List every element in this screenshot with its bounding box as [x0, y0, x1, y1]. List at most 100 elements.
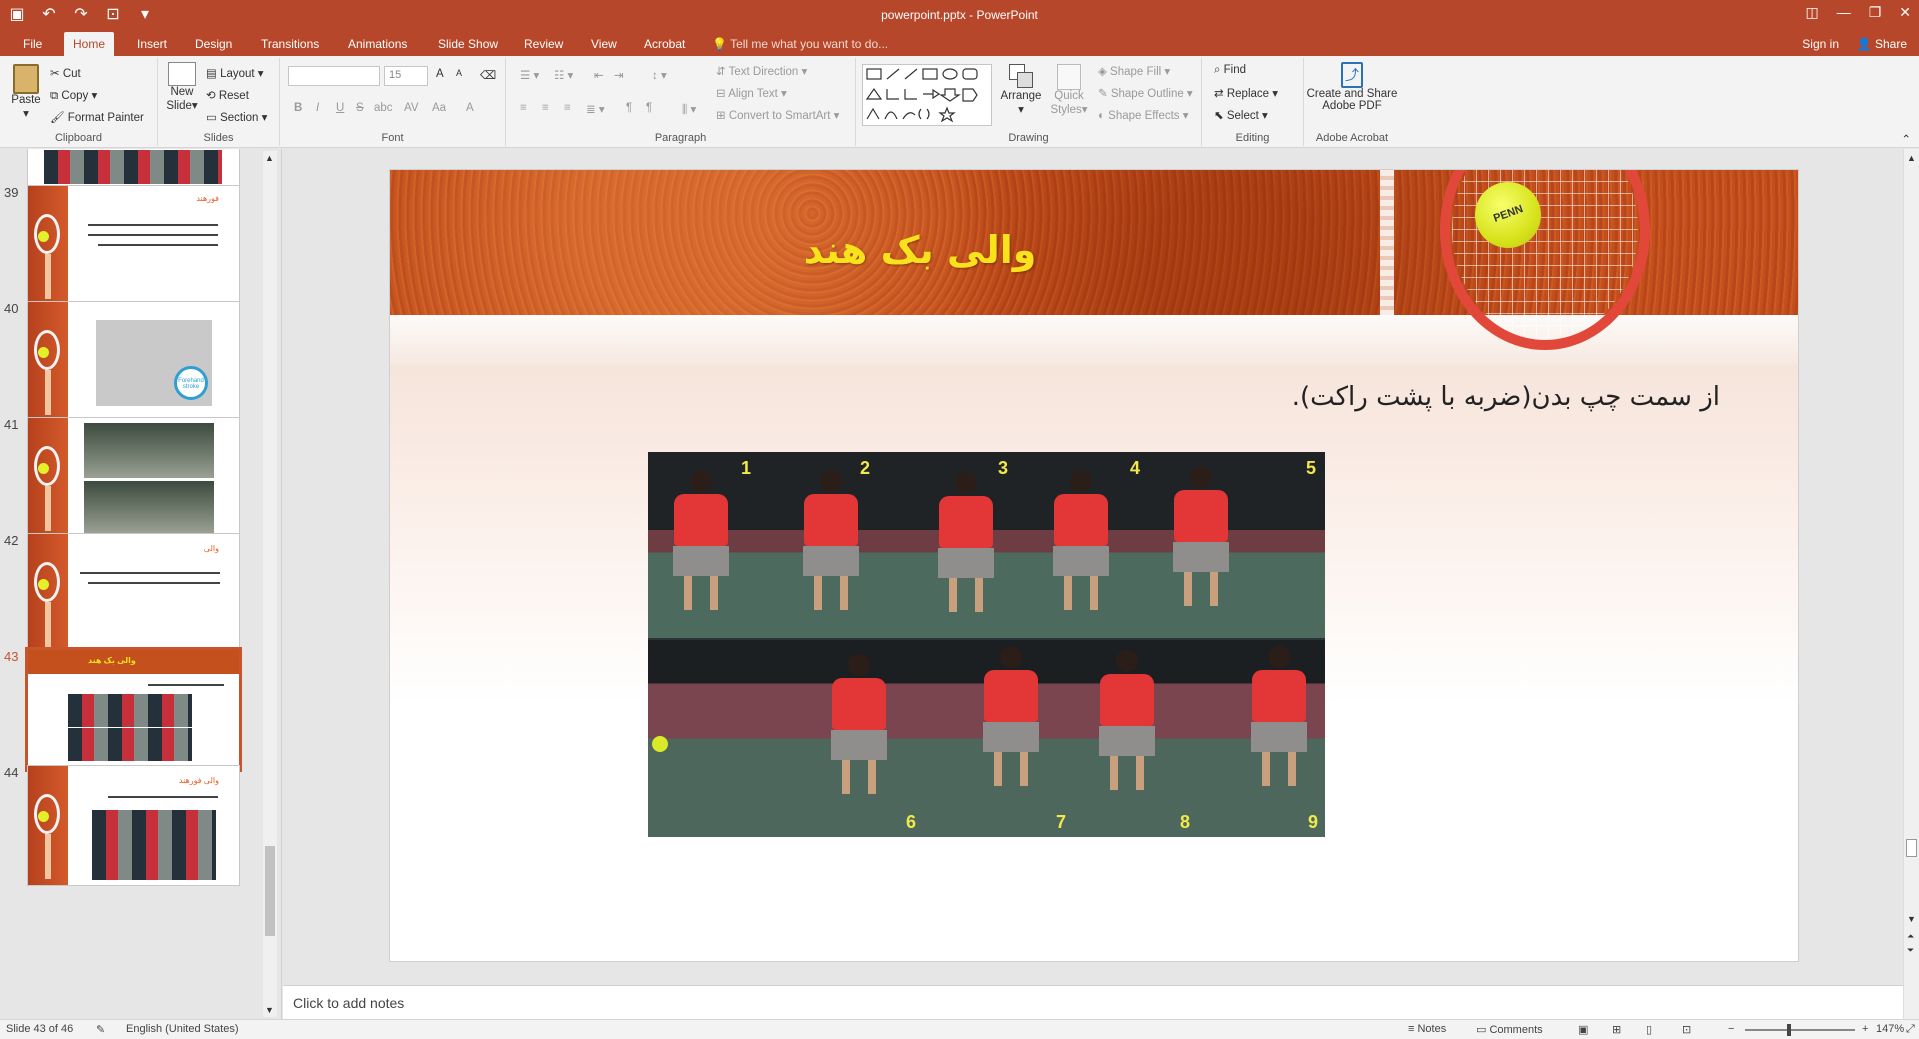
- slide-scroll-thumb[interactable]: [1906, 839, 1917, 857]
- tell-me-search[interactable]: 💡 Tell me what you want to do...: [712, 32, 888, 56]
- notes-toggle[interactable]: ≡ Notes: [1408, 1023, 1446, 1035]
- select-button[interactable]: ⬉ Select ▾: [1214, 108, 1268, 122]
- quick-styles-button[interactable]: Quick Styles▾: [1048, 64, 1090, 116]
- align-text-button[interactable]: ⊟ Align Text ▾: [716, 86, 787, 100]
- tab-acrobat[interactable]: Acrobat: [635, 32, 694, 56]
- copy-button[interactable]: ⧉ Copy ▾: [50, 88, 97, 103]
- slide-title[interactable]: والی بک هند: [690, 228, 1150, 272]
- restore-icon[interactable]: ❐: [1869, 4, 1882, 21]
- strikethrough-button[interactable]: S: [356, 102, 364, 114]
- notes-pane[interactable]: Click to add notes: [283, 985, 1903, 1019]
- slide-show-view-icon[interactable]: ⊡: [1682, 1023, 1691, 1036]
- zoom-slider-handle[interactable]: [1787, 1024, 1791, 1036]
- previous-slide-icon[interactable]: ⏶: [1907, 931, 1914, 942]
- rtl-direction-icon[interactable]: ¶: [626, 102, 632, 114]
- slide-thumbnail-39[interactable]: فورهند: [27, 185, 240, 306]
- font-size-field[interactable]: 15: [384, 66, 428, 86]
- slide-body-text[interactable]: از سمت چپ بدن(ضربه با پشت راکت).: [1292, 382, 1720, 412]
- decrease-indent-icon[interactable]: ⇤: [594, 68, 604, 82]
- slide-scrollbar[interactable]: ▲ ▼ ⏶ ⏷: [1903, 149, 1919, 1019]
- slide-thumbnail-44[interactable]: والی فورهند: [27, 765, 240, 886]
- ribbon-display-options-icon[interactable]: ◫: [1805, 4, 1818, 21]
- justify-icon[interactable]: ≣ ▾: [586, 102, 605, 116]
- find-button[interactable]: ⌕ Find: [1214, 64, 1246, 77]
- text-direction-button[interactable]: ⇵ Text Direction ▾: [716, 64, 807, 78]
- align-right-icon[interactable]: ≡: [564, 102, 571, 114]
- slide-canvas[interactable]: PENN والی بک هند از سمت چپ بدن(ضربه با پ…: [389, 169, 1799, 962]
- arrange-button[interactable]: Arrange ▾: [996, 64, 1046, 116]
- scroll-down-icon[interactable]: ▼: [265, 1005, 274, 1015]
- character-spacing-button[interactable]: AV: [404, 102, 419, 114]
- zoom-slider[interactable]: [1745, 1029, 1855, 1031]
- section-button[interactable]: ▭ Section ▾: [206, 110, 267, 124]
- zoom-out-icon[interactable]: −: [1728, 1023, 1734, 1035]
- increase-indent-icon[interactable]: ⇥: [614, 68, 624, 82]
- thumbnail-scrollbar[interactable]: ▲ ▼: [263, 151, 277, 1017]
- slide-thumbnail-43-selected[interactable]: والی بک هند: [25, 647, 242, 772]
- zoom-level[interactable]: 147%: [1876, 1023, 1904, 1035]
- tab-view[interactable]: View: [582, 32, 626, 56]
- cut-button[interactable]: ✂ Cut: [50, 66, 81, 80]
- sign-in-link[interactable]: Sign in: [1802, 32, 1839, 56]
- scroll-down-icon[interactable]: ▼: [1907, 914, 1916, 924]
- clear-formatting-icon[interactable]: ⌫: [480, 68, 496, 82]
- comments-toggle[interactable]: ▭ Comments: [1476, 1023, 1543, 1036]
- line-spacing-icon[interactable]: ↕ ▾: [652, 68, 667, 82]
- tab-design[interactable]: Design: [186, 32, 241, 56]
- tab-slide-show[interactable]: Slide Show: [429, 32, 507, 56]
- tab-transitions[interactable]: Transitions: [252, 32, 328, 56]
- paste-button[interactable]: Paste ▾: [8, 64, 44, 120]
- reset-button[interactable]: ⟲ Reset: [206, 88, 249, 102]
- tab-file[interactable]: File: [14, 32, 51, 56]
- thumbnail-scroll-thumb[interactable]: [265, 846, 275, 936]
- numbering-icon[interactable]: ☷ ▾: [554, 68, 573, 82]
- align-left-icon[interactable]: ≡: [520, 102, 527, 114]
- slide-sorter-view-icon[interactable]: ⊞: [1612, 1023, 1621, 1036]
- ltr-direction-icon[interactable]: ¶: [646, 102, 652, 114]
- replace-button[interactable]: ⇄ Replace ▾: [1214, 86, 1278, 100]
- layout-button[interactable]: ▤ Layout ▾: [206, 66, 264, 80]
- shape-effects-button[interactable]: ◐ Shape Effects ▾: [1098, 108, 1189, 122]
- change-case-button[interactable]: Aa: [432, 102, 446, 114]
- tab-animations[interactable]: Animations: [339, 32, 416, 56]
- new-slide-button[interactable]: New Slide▾: [164, 62, 200, 112]
- align-center-icon[interactable]: ≡: [542, 102, 549, 114]
- tab-home[interactable]: Home: [64, 32, 115, 56]
- scroll-up-icon[interactable]: ▲: [265, 153, 274, 163]
- convert-smartart-button[interactable]: ⊞ Convert to SmartArt ▾: [716, 108, 839, 122]
- spelling-icon[interactable]: ✎: [96, 1023, 105, 1036]
- underline-button[interactable]: U: [336, 102, 344, 114]
- normal-view-icon[interactable]: ▣: [1578, 1023, 1588, 1036]
- close-icon[interactable]: ✕: [1899, 4, 1911, 21]
- slide-thumbnail-41[interactable]: [27, 417, 240, 538]
- shapes-gallery[interactable]: [862, 64, 992, 126]
- grow-font-button[interactable]: A: [436, 68, 444, 80]
- next-slide-icon[interactable]: ⏷: [1907, 945, 1914, 956]
- tab-review[interactable]: Review: [515, 32, 572, 56]
- slide-thumbnail-38[interactable]: [27, 149, 240, 190]
- reading-view-icon[interactable]: ▯: [1646, 1023, 1652, 1036]
- language-status[interactable]: English (United States): [126, 1023, 239, 1035]
- zoom-in-icon[interactable]: +: [1862, 1023, 1868, 1035]
- minimize-icon[interactable]: —: [1837, 4, 1851, 21]
- create-adobe-pdf-button[interactable]: ⤴ Create and Share Adobe PDF: [1306, 62, 1398, 112]
- backhand-volley-sequence-photo[interactable]: 1 2 3 4 5 6 7 8 9: [648, 452, 1325, 837]
- shape-fill-button[interactable]: ◈ Shape Fill ▾: [1098, 64, 1170, 78]
- slide-thumbnail-42[interactable]: والی: [27, 533, 240, 654]
- share-button[interactable]: 👤 Share: [1857, 32, 1907, 56]
- italic-button[interactable]: I: [316, 102, 319, 114]
- tab-insert[interactable]: Insert: [128, 32, 176, 56]
- shrink-font-button[interactable]: A: [456, 68, 462, 78]
- shape-outline-button[interactable]: ✎ Shape Outline ▾: [1098, 86, 1193, 100]
- collapse-ribbon-icon[interactable]: ⌃: [1901, 132, 1911, 146]
- columns-icon[interactable]: ⫼ ▾: [682, 102, 696, 117]
- bullets-icon[interactable]: ☰ ▾: [520, 68, 539, 82]
- font-name-field[interactable]: [288, 66, 380, 86]
- bold-button[interactable]: B: [294, 102, 302, 114]
- font-color-button[interactable]: A: [466, 102, 474, 114]
- format-painter-button[interactable]: 🖌 Format Painter: [50, 110, 144, 124]
- slide-thumbnail-40[interactable]: Forehand stroke: [27, 301, 240, 422]
- shadow-button[interactable]: abc: [374, 102, 393, 114]
- scroll-up-icon[interactable]: ▲: [1907, 153, 1916, 163]
- fit-slide-icon[interactable]: ⤢: [1906, 1023, 1915, 1036]
